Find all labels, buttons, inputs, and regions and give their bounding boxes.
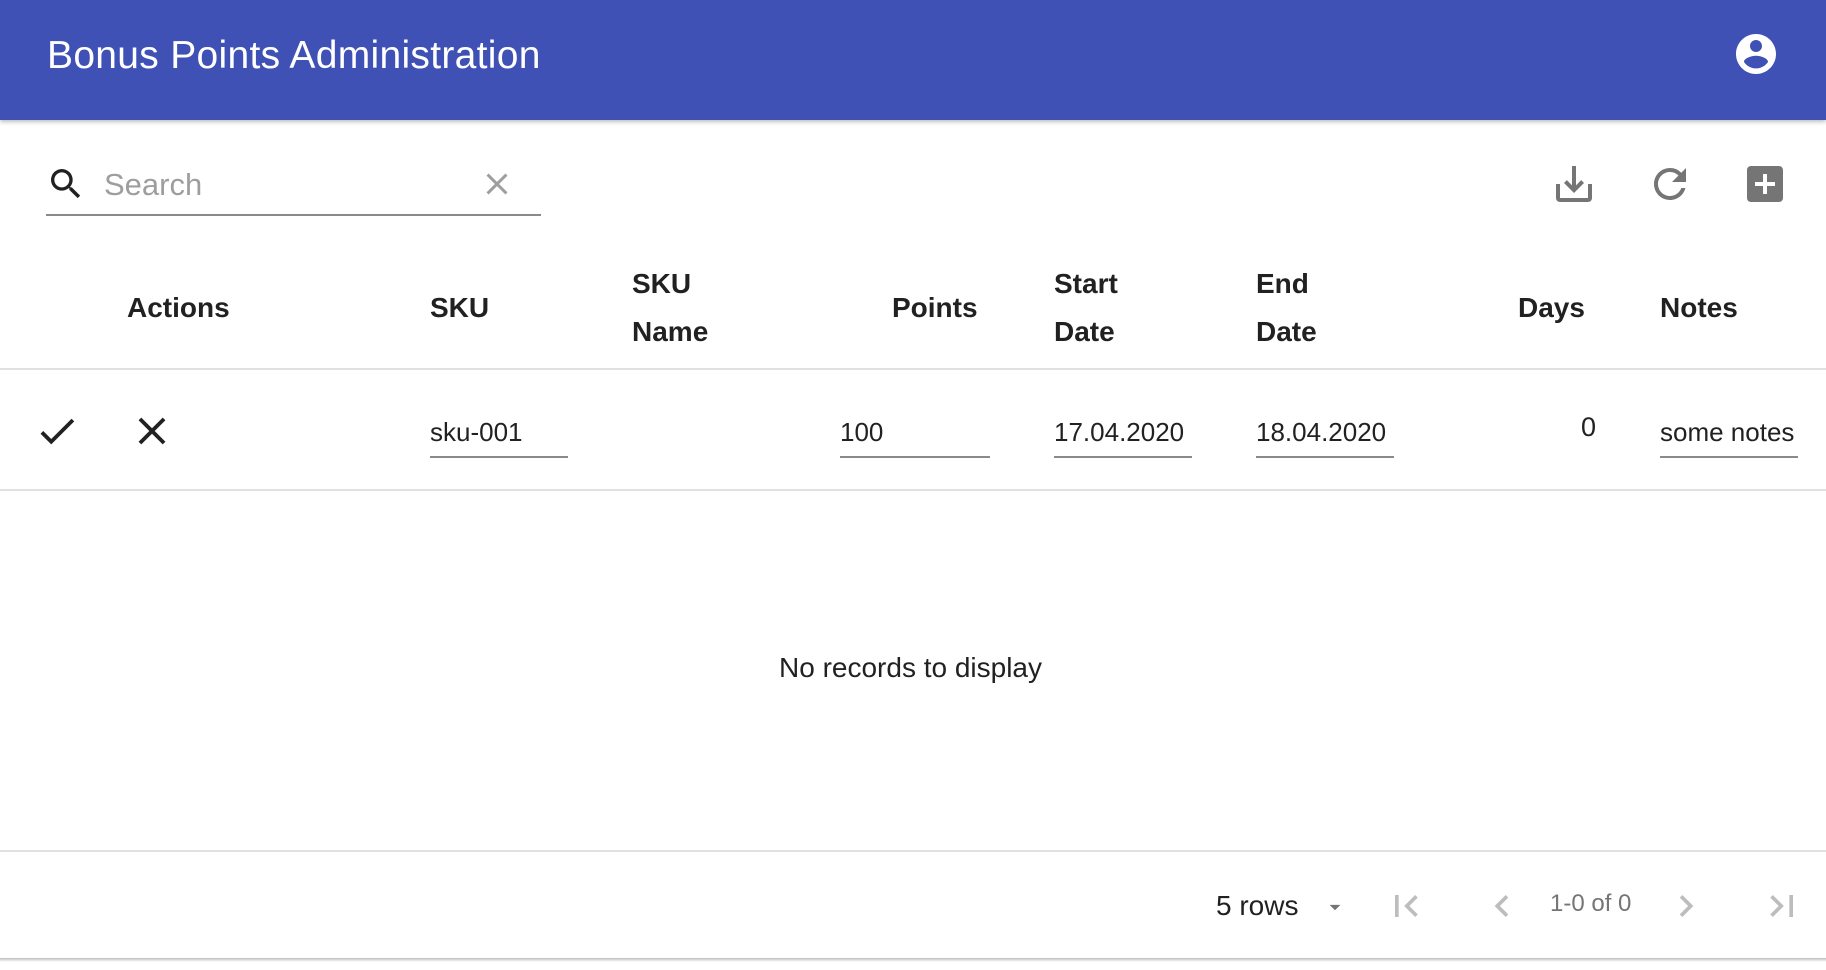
page-range-info: 1-0 of 0: [1550, 890, 1632, 917]
row-divider: [0, 489, 1826, 491]
start-date-field[interactable]: [1054, 408, 1192, 458]
next-page-icon[interactable]: [1664, 884, 1708, 928]
end-date-field[interactable]: [1256, 408, 1394, 458]
column-header-days[interactable]: Days: [1518, 284, 1585, 332]
search-icon: [51, 169, 81, 199]
empty-message: No records to display: [779, 652, 1043, 683]
footer-divider: [0, 850, 1826, 852]
header-divider: [0, 368, 1826, 370]
save-check-icon[interactable]: [34, 408, 80, 454]
days-value: 0: [1580, 412, 1596, 442]
last-page-icon[interactable]: [1760, 884, 1804, 928]
column-header-end-date-line1: End: [1256, 268, 1309, 299]
column-header-end-date[interactable]: End Date: [1256, 260, 1376, 356]
account-button[interactable]: [1732, 30, 1780, 78]
column-header-sku-name[interactable]: SKU Name: [632, 260, 752, 356]
previous-page-icon[interactable]: [1480, 884, 1524, 928]
column-header-sku-name-line1: SKU: [632, 268, 692, 299]
column-header-sku-name-line2: Name: [632, 316, 709, 347]
points-field[interactable]: [840, 408, 990, 458]
search-box: [46, 156, 541, 216]
column-header-actions: Actions: [127, 292, 230, 323]
rows-per-page-select[interactable]: 5 rows: [1216, 884, 1356, 928]
column-header-start-date[interactable]: Start Date: [1054, 260, 1174, 356]
column-header-start-date-line2: Date: [1054, 316, 1115, 347]
app-title: Bonus Points Administration: [47, 34, 541, 77]
search-input[interactable]: [102, 162, 462, 208]
dropdown-arrow-icon: [1329, 904, 1341, 911]
sku-field[interactable]: [430, 408, 568, 458]
paper-bottom-shadow: [0, 958, 1826, 962]
column-header-sku[interactable]: SKU: [430, 284, 489, 332]
column-header-notes[interactable]: Notes: [1660, 284, 1738, 332]
notes-field[interactable]: [1660, 408, 1798, 458]
column-header-end-date-line2: Date: [1256, 316, 1317, 347]
add-box-icon[interactable]: [1741, 160, 1789, 208]
account-circle-icon: [1736, 34, 1776, 74]
rows-per-page-label: 5 rows: [1216, 890, 1299, 921]
column-header-points[interactable]: Points: [892, 284, 978, 332]
clear-search-icon[interactable]: [479, 166, 515, 202]
column-header-start-date-line1: Start: [1054, 268, 1118, 299]
cancel-close-icon[interactable]: [129, 408, 175, 454]
download-icon[interactable]: [1550, 160, 1598, 208]
refresh-icon[interactable]: [1646, 160, 1694, 208]
app-bar: Bonus Points Administration: [0, 0, 1826, 120]
first-page-icon[interactable]: [1384, 884, 1428, 928]
